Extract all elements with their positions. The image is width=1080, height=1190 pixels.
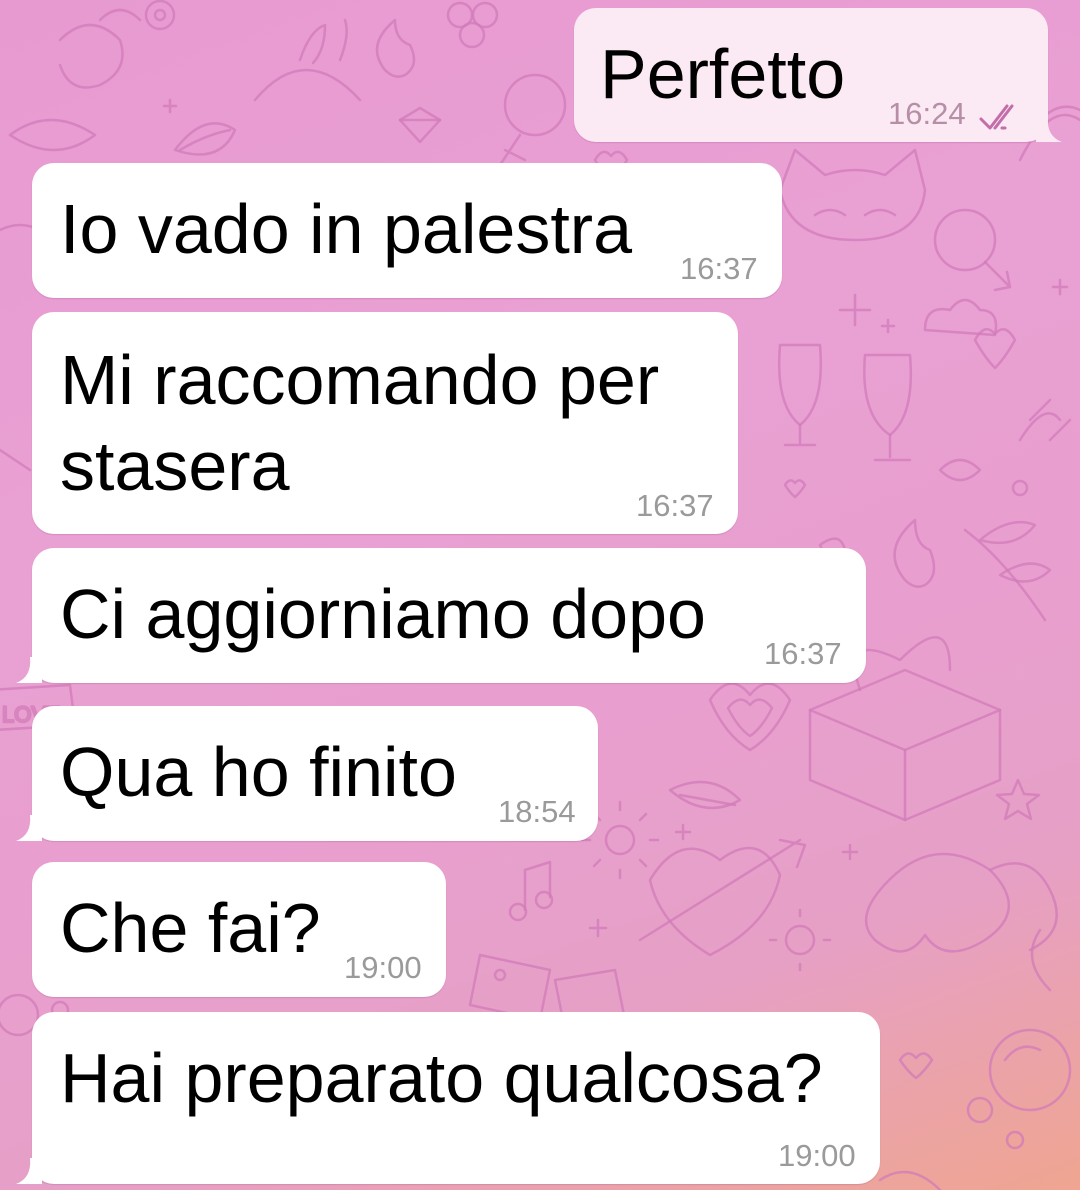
message-text: Io vado in palestra: [60, 190, 633, 268]
bubble-tail-outgoing: [1036, 116, 1062, 142]
message-time: 19:00: [778, 1138, 856, 1173]
message-bubble-incoming[interactable]: Io vado in palestra 16:37: [32, 163, 782, 298]
bubble-tail-incoming: [16, 657, 42, 683]
message-text-line-1: Mi raccomando per: [60, 341, 660, 419]
message-time: 16:37: [636, 488, 714, 523]
message-bubble-incoming[interactable]: Che fai? 19:00: [32, 862, 446, 997]
bubble-tail-incoming: [16, 1158, 42, 1184]
message-time: 16:24: [888, 96, 966, 131]
message-text: Ci aggiorniamo dopo: [60, 575, 706, 653]
message-bubble-incoming[interactable]: Ci aggiorniamo dopo 16:37: [32, 548, 866, 683]
message-time: 16:37: [680, 251, 758, 286]
message-text: Che fai?: [60, 889, 321, 967]
message-text-line-2: stasera: [60, 427, 290, 505]
message-text: Hai preparato qualcosa?: [60, 1039, 823, 1117]
message-text: Qua ho finito: [60, 733, 457, 811]
message-time: 18:54: [498, 794, 576, 829]
message-bubble-incoming[interactable]: Mi raccomando per stasera 16:37: [32, 312, 738, 534]
message-time: 19:00: [344, 950, 422, 985]
bubble-tail-incoming: [16, 815, 42, 841]
message-time: 16:37: [764, 636, 842, 671]
message-bubble-incoming[interactable]: Hai preparato qualcosa? 19:00: [32, 1012, 880, 1184]
read-double-check-icon: [979, 104, 1014, 130]
message-text: Perfetto: [600, 35, 846, 113]
message-bubble-outgoing[interactable]: Perfetto 16:24: [574, 8, 1048, 142]
message-bubble-incoming[interactable]: Qua ho finito 18:54: [32, 706, 598, 841]
